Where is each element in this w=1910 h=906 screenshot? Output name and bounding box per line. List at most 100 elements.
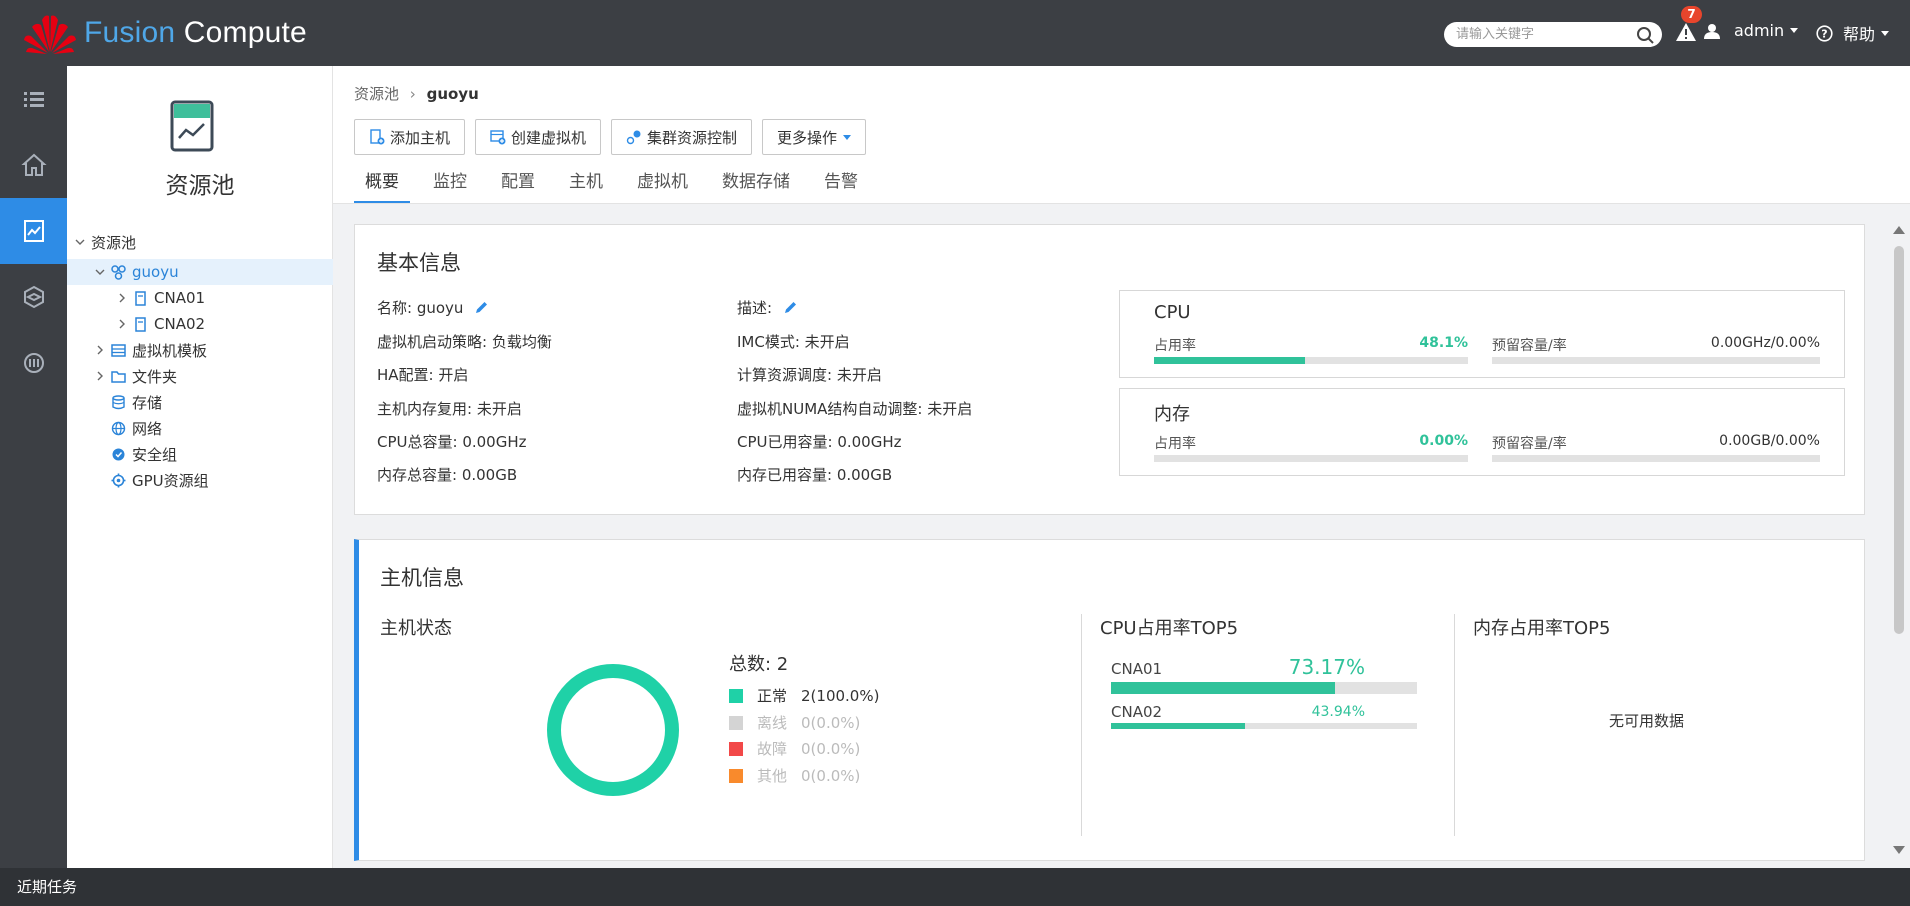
rail-item-home[interactable] bbox=[0, 132, 67, 198]
cpu-top-host-name: CNA02 bbox=[1111, 703, 1163, 721]
alert-count-badge: 7 bbox=[1681, 6, 1702, 23]
add-host-button[interactable]: 添加主机 bbox=[354, 119, 466, 155]
rail-item-resource-pool[interactable] bbox=[0, 198, 67, 264]
tree-node-label: 虚拟机模板 bbox=[132, 341, 208, 360]
legend-fault: 故障 0(0.0%) bbox=[729, 738, 860, 759]
legend-swatch bbox=[729, 741, 743, 756]
tab-config[interactable]: 配置 bbox=[490, 168, 546, 204]
tree-node-vm-templates[interactable]: 虚拟机模板 bbox=[67, 337, 333, 363]
overview-panel: 基本信息 名称: guoyu 虚拟机启动策略: 负载均衡 HA配置: 开启 主机… bbox=[333, 204, 1910, 868]
tree-node-cna01[interactable]: CNA01 bbox=[67, 285, 333, 311]
recent-tasks-bar[interactable]: 近期任务 bbox=[0, 868, 1910, 906]
help-menu[interactable]: ? 帮助 bbox=[1816, 21, 1890, 45]
info-description: 描述: bbox=[737, 297, 798, 318]
info-imc-mode: IMC模式: 未开启 bbox=[737, 333, 850, 351]
cluster-control-icon bbox=[626, 130, 641, 145]
info-mem-used: 内存已用容量: 0.00GB bbox=[737, 466, 893, 484]
more-actions-label: 更多操作 bbox=[777, 128, 838, 147]
cpu-top-host-pct: 73.17% bbox=[1288, 655, 1365, 679]
tree-node-cna02[interactable]: CNA02 bbox=[67, 311, 333, 337]
chevron-right-icon[interactable] bbox=[95, 345, 105, 355]
app-title: Fusion Compute bbox=[84, 16, 307, 49]
host-info-title: 主机信息 bbox=[380, 566, 464, 590]
more-actions-button[interactable]: 更多操作 bbox=[762, 119, 867, 155]
legend-other: 其他 0(0.0%) bbox=[729, 765, 860, 786]
mem-usage-label: 占用率 bbox=[1154, 436, 1196, 452]
cpu-usage-value: 48.1% bbox=[1419, 335, 1468, 351]
create-vm-button[interactable]: 创建虚拟机 bbox=[475, 119, 602, 155]
tree-node-guoyu[interactable]: guoyu bbox=[67, 259, 333, 285]
divider bbox=[1081, 614, 1082, 836]
add-host-icon bbox=[370, 129, 385, 145]
chevron-down-icon[interactable] bbox=[75, 237, 85, 247]
tree-node-security-group[interactable]: 安全组 bbox=[67, 441, 333, 467]
host-total-count: 总数: 2 bbox=[729, 654, 789, 675]
scroll-down-icon[interactable] bbox=[1893, 846, 1905, 854]
tree-node-folder[interactable]: 文件夹 bbox=[67, 363, 333, 389]
breadcrumb-parent[interactable]: 资源池 bbox=[354, 85, 399, 103]
folder-icon bbox=[111, 370, 126, 383]
legend-value: 0(0.0%) bbox=[801, 713, 861, 732]
breadcrumb: 资源池 › guoyu bbox=[354, 83, 479, 104]
tab-hosts[interactable]: 主机 bbox=[558, 168, 614, 204]
scroll-thumb[interactable] bbox=[1894, 246, 1904, 634]
tree-node-label: CNA01 bbox=[154, 289, 206, 307]
search-input[interactable] bbox=[1444, 22, 1624, 47]
tab-monitor[interactable]: 监控 bbox=[422, 168, 478, 204]
create-vm-label: 创建虚拟机 bbox=[511, 128, 587, 147]
tab-overview[interactable]: 概要 bbox=[354, 168, 410, 204]
tree-node-network[interactable]: 网络 bbox=[67, 415, 333, 441]
create-vm-icon bbox=[490, 130, 506, 145]
chevron-down-icon bbox=[1790, 28, 1799, 33]
user-name: admin bbox=[1734, 21, 1785, 40]
tab-alarms[interactable]: 告警 bbox=[813, 168, 869, 204]
cluster-resource-control-button[interactable]: 集群资源控制 bbox=[611, 119, 753, 155]
brand[interactable]: Fusion Compute bbox=[22, 10, 307, 56]
cpu-top-host-bar bbox=[1111, 682, 1417, 694]
breadcrumb-current: guoyu bbox=[426, 85, 479, 103]
mem-stat-title: 内存 bbox=[1154, 404, 1190, 425]
tree-node-gpu-group[interactable]: GPU资源组 bbox=[67, 467, 333, 493]
tab-vms[interactable]: 虚拟机 bbox=[626, 168, 699, 204]
legend-swatch bbox=[729, 688, 743, 703]
tab-datastores[interactable]: 数据存储 bbox=[711, 168, 801, 204]
mem-top5-no-data: 无可用数据 bbox=[1609, 712, 1685, 730]
template-icon bbox=[111, 343, 126, 357]
chevron-right-icon[interactable] bbox=[117, 319, 127, 329]
vertical-scrollbar[interactable] bbox=[1891, 224, 1907, 856]
chevron-down-icon[interactable] bbox=[95, 267, 105, 277]
scroll-up-icon[interactable] bbox=[1893, 226, 1905, 234]
rail-item-network[interactable] bbox=[0, 264, 67, 330]
info-name-text: 名称: guoyu bbox=[377, 299, 464, 317]
cpu-usage-label: 占用率 bbox=[1154, 338, 1196, 354]
rail-item-datacenter[interactable] bbox=[0, 330, 67, 396]
toolbar: 添加主机 创建虚拟机 集群资源控制 更多操作 bbox=[354, 119, 876, 155]
nav-rail bbox=[0, 66, 67, 868]
edit-pencil-icon[interactable] bbox=[474, 300, 489, 315]
rail-item-list[interactable] bbox=[0, 66, 67, 132]
cpu-top-host-name: CNA01 bbox=[1111, 660, 1163, 678]
mem-top5-title: 内存占用率TOP5 bbox=[1473, 618, 1611, 639]
user-icon bbox=[1704, 23, 1720, 39]
legend-label: 其他 bbox=[757, 767, 788, 785]
legend-swatch bbox=[729, 768, 743, 783]
edit-pencil-icon[interactable] bbox=[783, 300, 798, 315]
search-box[interactable] bbox=[1444, 22, 1662, 47]
user-menu[interactable]: admin bbox=[1704, 21, 1799, 40]
tree-node-label: CNA02 bbox=[154, 315, 206, 333]
legend-value: 0(0.0%) bbox=[801, 766, 861, 785]
chevron-right-icon[interactable] bbox=[117, 293, 127, 303]
tree-node-storage[interactable]: 存储 bbox=[67, 389, 333, 415]
alert-icon[interactable] bbox=[1675, 20, 1697, 44]
search-icon[interactable] bbox=[1636, 26, 1654, 44]
chevron-right-icon[interactable] bbox=[95, 371, 105, 381]
cpu-top-host-bar bbox=[1111, 723, 1417, 729]
tab-bar: 概要 监控 配置 主机 虚拟机 数据存储 告警 bbox=[354, 168, 881, 204]
storage-icon bbox=[112, 394, 125, 409]
tree-node-label: 安全组 bbox=[132, 445, 178, 464]
content-area: 资源池 › guoyu 添加主机 创建虚拟机 集群资源控制 更多操作 概要 监控… bbox=[333, 66, 1910, 868]
info-ha-config: HA配置: 开启 bbox=[377, 366, 469, 384]
tree-title: 资源池 bbox=[165, 173, 235, 199]
tree-node-resource-pool[interactable]: 资源池 bbox=[67, 229, 333, 255]
recent-tasks-label: 近期任务 bbox=[17, 878, 78, 896]
